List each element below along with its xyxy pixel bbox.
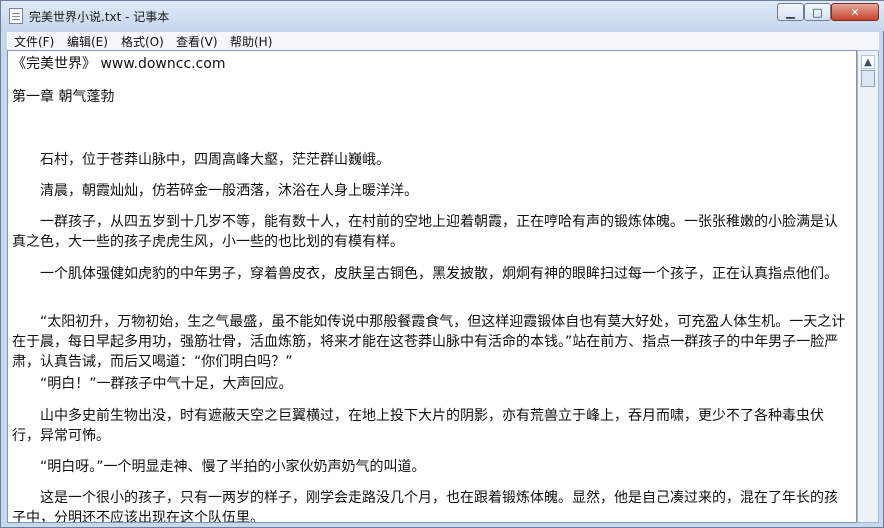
header-line: 《完美世界》 www.downcc.com (12, 56, 226, 72)
notepad-icon (9, 8, 23, 24)
paragraph-4: 一个肌体强健如虎豹的中年男子，穿着兽皮衣，皮肤呈古铜色，黑发披散，炯炯有神的眼眸… (40, 266, 838, 282)
paragraph-9: 这是一个很小的孩子，只有一两岁的样子，刚学会走路没几个月，也在跟着锻炼体魄。显然… (12, 490, 838, 523)
minimize-button[interactable]: ▁ (777, 3, 804, 21)
vertical-scrollbar[interactable]: ▲ (857, 50, 879, 523)
notepad-window: 完美世界小说.txt - 记事本 ▁ □ ✕ 文件(F) 编辑(E) 格式(O)… (0, 0, 884, 528)
window-title: 完美世界小说.txt - 记事本 (29, 10, 170, 24)
menu-bar: 文件(F) 编辑(E) 格式(O) 查看(V) 帮助(H) (7, 32, 879, 51)
document-text[interactable]: 《完美世界》 www.downcc.com 第一章 朝气蓬勃 石村，位于苍莽山脉… (12, 54, 848, 522)
maximize-button[interactable]: □ (804, 3, 831, 21)
paragraph-6: “明白！”一群孩子中气十足，大声回应。 (40, 376, 293, 392)
paragraph-8: “明白呀。”一个明显走神、慢了半拍的小家伙奶声奶气的叫道。 (40, 459, 426, 475)
menu-help[interactable]: 帮助(H) (230, 33, 272, 50)
paragraph-1: 石村，位于苍莽山脉中，四周高峰大壑，茫茫群山巍峨。 (40, 152, 390, 168)
close-button[interactable]: ✕ (831, 3, 879, 21)
title-bar: 完美世界小说.txt - 记事本 ▁ □ ✕ (1, 1, 884, 31)
menu-view[interactable]: 查看(V) (176, 33, 218, 50)
scroll-up-icon[interactable]: ▲ (861, 55, 875, 69)
paragraph-2: 清晨，朝霞灿灿，仿若碎金一般洒落，沐浴在人身上暖洋洋。 (40, 183, 418, 199)
menu-format[interactable]: 格式(O) (121, 33, 164, 50)
paragraph-7: 山中多史前生物出没，时有遮蔽天空之巨翼横过，在地上投下大片的阴影，亦有荒兽立于峰… (12, 408, 824, 444)
paragraph-3: 一群孩子，从四五岁到十几岁不等，能有数十人，在村前的空地上迎着朝霞，正在哼哈有声… (12, 214, 838, 250)
scroll-thumb[interactable] (861, 70, 875, 87)
chapter-title: 第一章 朝气蓬勃 (12, 89, 115, 105)
menu-edit[interactable]: 编辑(E) (67, 33, 108, 50)
paragraph-5: “太阳初升，万物初始，生之气最盛，虽不能如传说中那般餐霞食气，但这样迎霞锻体自也… (12, 314, 846, 370)
menu-file[interactable]: 文件(F) (14, 33, 54, 50)
text-editor[interactable]: 《完美世界》 www.downcc.com 第一章 朝气蓬勃 石村，位于苍莽山脉… (7, 50, 857, 523)
